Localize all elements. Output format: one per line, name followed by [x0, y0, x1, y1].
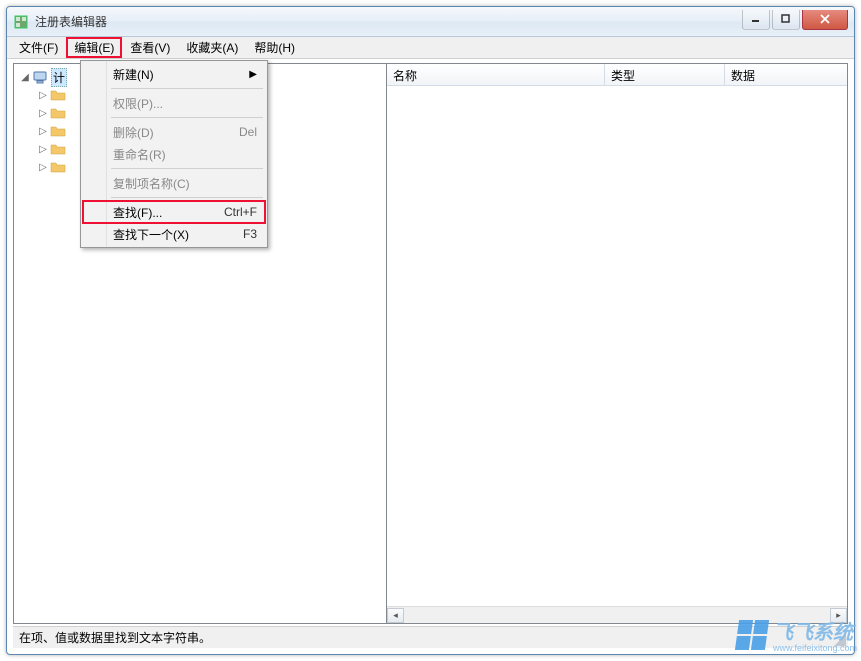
horizontal-scrollbar[interactable]: ◂ ▸	[387, 606, 847, 623]
menu-permissions-label: 权限(P)...	[113, 95, 163, 112]
expand-icon[interactable]: ▷	[38, 126, 48, 137]
menu-find[interactable]: 查找(F)... Ctrl+F	[83, 201, 265, 223]
close-button[interactable]	[802, 10, 848, 30]
menu-edit[interactable]: 编辑(E)	[68, 40, 120, 56]
status-text: 在项、值或数据里找到文本字符串。	[19, 629, 211, 646]
expand-icon[interactable]: ▷	[38, 144, 48, 155]
menu-find-next[interactable]: 查找下一个(X) F3	[83, 223, 265, 245]
menu-separator	[111, 88, 263, 89]
menu-separator	[111, 197, 263, 198]
menubar: 文件(F) 编辑(E) 查看(V) 收藏夹(A) 帮助(H)	[7, 37, 854, 59]
menu-favorites[interactable]: 收藏夹(A)	[178, 37, 246, 58]
minimize-button[interactable]	[742, 10, 770, 30]
menu-find-shortcut: Ctrl+F	[224, 205, 257, 219]
scroll-right-button[interactable]: ▸	[830, 608, 847, 623]
menu-new-label: 新建(N)	[113, 66, 154, 83]
menu-find-next-shortcut: F3	[243, 227, 257, 241]
list-body[interactable]	[387, 86, 847, 606]
value-list-pane[interactable]: 名称 类型 数据 ◂ ▸	[387, 63, 848, 624]
menu-copy-key-name-label: 复制项名称(C)	[113, 175, 190, 192]
window-title: 注册表编辑器	[35, 13, 742, 30]
resize-grip[interactable]	[832, 632, 846, 646]
menu-delete-label: 删除(D)	[113, 124, 154, 141]
maximize-button[interactable]	[772, 10, 800, 30]
app-icon	[13, 14, 29, 30]
app-window: 注册表编辑器 文件(F) 编辑(E) 查看(V) 收藏夹(A) 帮助(H) ◢	[6, 6, 855, 655]
column-name[interactable]: 名称	[387, 64, 605, 85]
expand-icon[interactable]: ▷	[38, 90, 48, 101]
folder-icon	[50, 159, 66, 175]
list-header: 名称 类型 数据	[387, 64, 847, 86]
submenu-arrow-icon: ▶	[249, 69, 257, 80]
scroll-left-button[interactable]: ◂	[387, 608, 404, 623]
menu-copy-key-name[interactable]: 复制项名称(C)	[83, 172, 265, 194]
folder-icon	[50, 105, 66, 121]
menu-find-next-label: 查找下一个(X)	[113, 226, 189, 243]
expand-icon[interactable]: ▷	[38, 162, 48, 173]
folder-icon	[50, 123, 66, 139]
folder-icon	[50, 87, 66, 103]
menu-find-label: 查找(F)...	[113, 204, 162, 221]
edit-dropdown-menu: 新建(N) ▶ 权限(P)... 删除(D) Del 重命名(R) 复制项名称(…	[80, 60, 268, 248]
window-controls	[742, 10, 848, 30]
collapse-icon[interactable]: ◢	[20, 72, 30, 83]
menu-help[interactable]: 帮助(H)	[246, 37, 303, 58]
column-type[interactable]: 类型	[605, 64, 725, 85]
menu-permissions[interactable]: 权限(P)...	[83, 92, 265, 114]
menu-rename[interactable]: 重命名(R)	[83, 143, 265, 165]
column-data[interactable]: 数据	[725, 64, 847, 85]
menu-file[interactable]: 文件(F)	[11, 37, 66, 58]
menu-new[interactable]: 新建(N) ▶	[83, 63, 265, 85]
menu-delete[interactable]: 删除(D) Del	[83, 121, 265, 143]
tree-root-label: 计	[51, 68, 67, 87]
computer-icon	[32, 69, 48, 85]
menu-view[interactable]: 查看(V)	[122, 37, 178, 58]
menu-separator	[111, 168, 263, 169]
folder-icon	[50, 141, 66, 157]
menu-rename-label: 重命名(R)	[113, 146, 166, 163]
edit-menu-highlight: 编辑(E)	[66, 37, 122, 58]
menu-separator	[111, 117, 263, 118]
statusbar: 在项、值或数据里找到文本字符串。	[13, 626, 848, 648]
expand-icon[interactable]: ▷	[38, 108, 48, 119]
menu-delete-shortcut: Del	[239, 125, 257, 139]
titlebar[interactable]: 注册表编辑器	[7, 7, 854, 37]
